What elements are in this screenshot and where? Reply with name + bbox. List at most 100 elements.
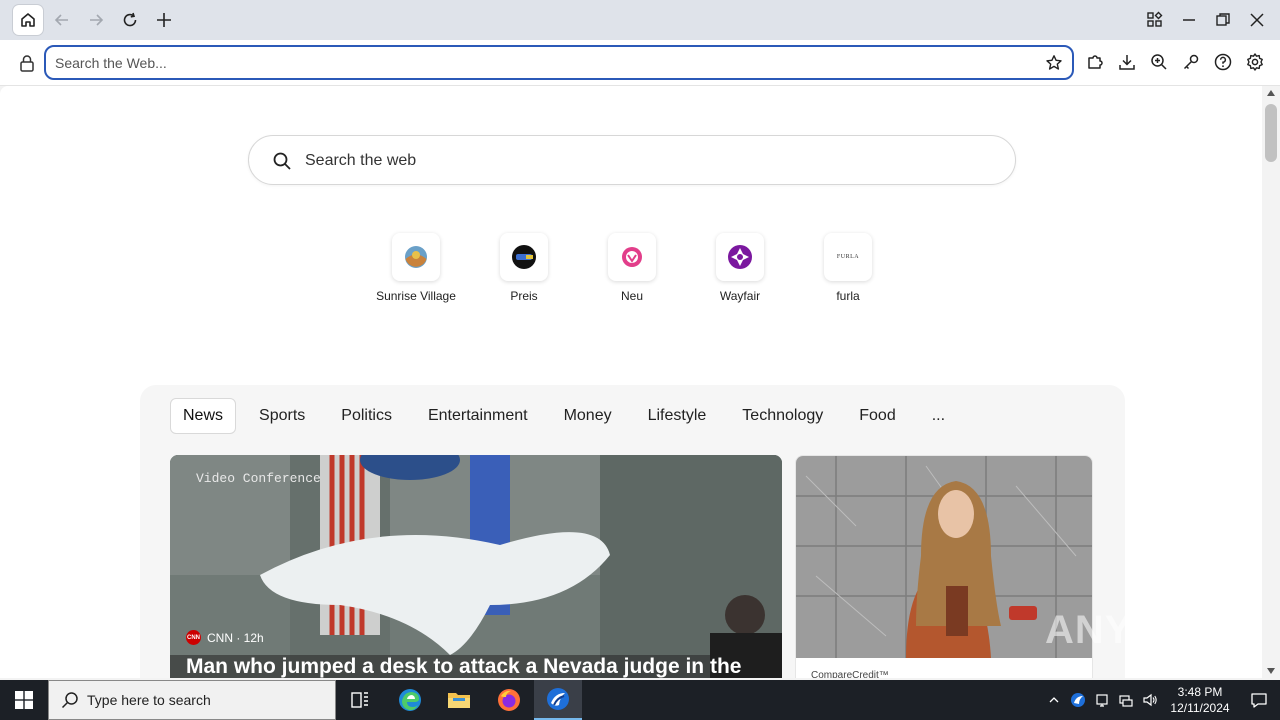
windows-logo-icon <box>15 691 33 709</box>
tab-entertainment[interactable]: Entertainment <box>415 398 541 434</box>
task-view-icon <box>351 692 368 708</box>
download-icon <box>1119 55 1135 70</box>
task-view-button[interactable] <box>336 680 384 720</box>
clock-date: 12/11/2024 <box>1170 701 1230 715</box>
close-icon <box>1250 13 1264 27</box>
folder-icon <box>448 693 470 708</box>
downloads-button[interactable] <box>1115 50 1139 74</box>
device-icon[interactable] <box>1090 680 1114 720</box>
tab-more[interactable]: ... <box>919 398 958 434</box>
tab-lifestyle[interactable]: Lifestyle <box>635 398 720 434</box>
tab-sports[interactable]: Sports <box>246 398 318 434</box>
web-search-input[interactable] <box>305 150 985 172</box>
hero-source-text: CNN · 12h <box>207 630 264 645</box>
system-tray: 3:48 PM 12/11/2024 <box>1042 680 1280 720</box>
edge-icon <box>399 689 421 711</box>
address-input[interactable] <box>55 53 1035 73</box>
taskbar-search[interactable] <box>48 680 336 720</box>
feed-tabs: News Sports Politics Entertainment Money… <box>170 398 968 434</box>
plus-icon <box>157 13 171 27</box>
tab-politics[interactable]: Politics <box>328 398 405 434</box>
hero-news-card[interactable]: Video Conference CNN CNN · 12h Man who j… <box>170 455 782 678</box>
settings-button[interactable] <box>1243 50 1267 74</box>
tab-money[interactable]: Money <box>551 398 625 434</box>
cnn-logo-icon: CNN <box>186 630 201 645</box>
minimize-icon <box>1183 19 1195 21</box>
tab-food[interactable]: Food <box>846 398 908 434</box>
edge-taskbar-button[interactable] <box>386 680 434 720</box>
tile-label: furla <box>836 289 860 303</box>
scroll-down-arrow-icon[interactable] <box>1267 668 1275 674</box>
address-bar[interactable] <box>44 45 1074 80</box>
restore-icon <box>1216 13 1230 26</box>
hero-source: CNN CNN · 12h <box>186 630 264 645</box>
scroll-thumb[interactable] <box>1265 104 1277 162</box>
wayfair-icon <box>716 233 764 281</box>
taskbar-clock[interactable]: 3:48 PM 12/11/2024 <box>1162 684 1238 716</box>
lock-icon[interactable] <box>17 53 37 73</box>
bookmark-star-icon[interactable] <box>1044 53 1064 73</box>
scroll-up-arrow-icon[interactable] <box>1267 90 1275 96</box>
firefox-taskbar-button[interactable] <box>485 680 533 720</box>
zoom-in-icon <box>1151 54 1167 70</box>
web-search-box[interactable] <box>248 135 1016 185</box>
puzzle-icon <box>1088 55 1103 69</box>
video-overlay-label: Video Conference <box>196 471 321 486</box>
sunrise-village-icon <box>392 233 440 281</box>
tile-sunrise-village[interactable]: Sunrise Village <box>362 233 470 303</box>
ad-source: CompareCredit™ <box>811 670 889 678</box>
taskbar-search-input[interactable] <box>87 692 327 708</box>
notification-button[interactable] <box>1238 680 1280 720</box>
firefox-icon <box>498 689 520 711</box>
volume-icon[interactable] <box>1138 680 1162 720</box>
start-button[interactable] <box>0 680 48 720</box>
tab-technology[interactable]: Technology <box>729 398 836 434</box>
apps-button[interactable] <box>1140 5 1170 35</box>
extensions-button[interactable] <box>1083 50 1107 74</box>
help-button[interactable] <box>1211 50 1235 74</box>
furla-icon: FURLA <box>824 233 872 281</box>
close-button[interactable] <box>1242 5 1272 35</box>
clock-time: 3:48 PM <box>1177 685 1223 699</box>
tile-furla[interactable]: FURLA furla <box>794 233 902 303</box>
reload-button[interactable] <box>115 5 145 35</box>
key-icon <box>1183 54 1199 70</box>
back-button[interactable] <box>47 5 77 35</box>
gear-icon <box>1247 53 1263 71</box>
tile-label: Sunrise Village <box>376 289 456 303</box>
tile-preis[interactable]: Preis <box>470 233 578 303</box>
speed-dial: Sunrise Village Preis Neu Wayfair FURLA … <box>362 233 902 303</box>
tab-news[interactable]: News <box>170 398 237 434</box>
tile-neu[interactable]: Neu <box>578 233 686 303</box>
help-icon <box>1214 53 1232 71</box>
network-icon[interactable] <box>1114 680 1138 720</box>
reload-icon <box>123 12 137 27</box>
arrow-right-icon <box>90 14 104 26</box>
page-scrollbar[interactable] <box>1262 86 1280 678</box>
browser-taskbar-button[interactable] <box>534 680 582 720</box>
restore-button[interactable] <box>1208 5 1238 35</box>
chevron-up-icon[interactable] <box>1042 680 1066 720</box>
search-icon <box>273 152 291 170</box>
hero-headline[interactable]: Man who jumped a desk to attack a Nevada… <box>186 655 766 678</box>
tile-wayfair[interactable]: Wayfair <box>686 233 794 303</box>
apps-grid-icon <box>1147 11 1163 27</box>
new-tab-button[interactable] <box>149 5 179 35</box>
browser-tray-icon[interactable] <box>1066 680 1090 720</box>
forward-button[interactable] <box>81 5 111 35</box>
tile-label: Neu <box>620 289 643 303</box>
passwords-button[interactable] <box>1179 50 1203 74</box>
arrow-left-icon <box>54 14 68 26</box>
watermark: ANY RUN <box>1045 608 1234 652</box>
tile-label: Wayfair <box>719 289 761 303</box>
home-icon <box>21 13 35 27</box>
zoom-button[interactable] <box>1147 50 1171 74</box>
home-button[interactable] <box>13 5 43 35</box>
browser-titlebar <box>0 0 1280 40</box>
tile-label: Preis <box>510 289 538 303</box>
file-explorer-button[interactable] <box>435 680 483 720</box>
new-tab-page: Sunrise Village Preis Neu Wayfair FURLA … <box>0 86 1262 678</box>
notification-icon <box>1251 693 1267 708</box>
address-bar-row <box>0 40 1280 86</box>
minimize-button[interactable] <box>1174 5 1204 35</box>
